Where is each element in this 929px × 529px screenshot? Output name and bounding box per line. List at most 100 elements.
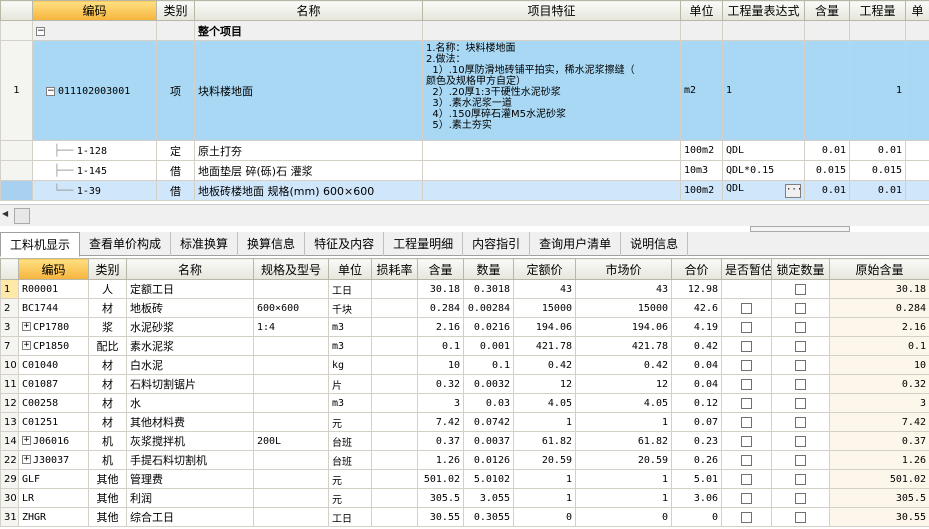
lock-qty-checkbox[interactable] [795, 474, 806, 485]
lock-qty-checkbox[interactable] [795, 322, 806, 333]
material-market-price[interactable]: 20.59 [575, 450, 672, 470]
material-loss[interactable] [371, 412, 418, 432]
col-header-qty[interactable]: 数量 [463, 258, 514, 280]
material-spec[interactable]: 1:4 [253, 317, 329, 337]
col-header-lock-qty[interactable]: 锁定数量 [771, 258, 830, 280]
material-spec[interactable] [253, 355, 329, 375]
col-header-name[interactable]: 名称 [126, 258, 254, 280]
material-base-price[interactable]: 43 [513, 279, 576, 299]
material-code-cell[interactable]: BC1744 [18, 298, 89, 318]
provisional-cell[interactable] [721, 507, 772, 527]
item-qty[interactable]: 1 [849, 40, 906, 141]
material-unit[interactable]: 台班 [328, 450, 372, 470]
col-header-type[interactable]: 类别 [88, 258, 127, 280]
material-content[interactable]: 7.42 [417, 412, 464, 432]
lock-qty-checkbox[interactable] [795, 360, 806, 371]
sub-expr[interactable]: QDL [726, 183, 744, 194]
material-base-price[interactable]: 1 [513, 469, 576, 489]
expand-plus-icon[interactable]: + [22, 341, 31, 350]
lock-qty-cell[interactable] [771, 298, 830, 318]
scroll-left-icon[interactable]: ◀ [2, 209, 8, 218]
material-content[interactable]: 0.37 [417, 431, 464, 451]
material-content[interactable]: 1.26 [417, 450, 464, 470]
material-base-price[interactable]: 421.78 [513, 336, 576, 356]
tab-materials[interactable]: 工料机显示 [0, 232, 81, 257]
provisional-cell[interactable] [721, 355, 772, 375]
item-features[interactable]: 1.名称：块料楼地面 2.做法： 1）.10厚防滑地砖铺平拍实，稀水泥浆擦缝（ … [422, 40, 681, 141]
lock-qty-checkbox[interactable] [795, 303, 806, 314]
material-loss[interactable] [371, 336, 418, 356]
provisional-checkbox[interactable] [741, 512, 752, 523]
material-base-price[interactable]: 194.06 [513, 317, 576, 337]
lock-qty-cell[interactable] [771, 279, 830, 299]
material-code-cell[interactable]: C00258 [18, 393, 89, 413]
lock-qty-checkbox[interactable] [795, 379, 806, 390]
material-name[interactable]: 利润 [126, 488, 254, 508]
material-loss[interactable] [371, 374, 418, 394]
provisional-checkbox[interactable] [741, 398, 752, 409]
material-qty[interactable]: 5.0102 [463, 469, 514, 489]
sub-name[interactable]: 地板砖楼地面 规格(mm) 600×600 [194, 180, 423, 201]
lock-qty-checkbox[interactable] [795, 436, 806, 447]
lock-qty-checkbox[interactable] [795, 398, 806, 409]
material-qty[interactable]: 0.3055 [463, 507, 514, 527]
item-expr[interactable]: 1 [722, 40, 805, 141]
provisional-checkbox[interactable] [741, 322, 752, 333]
material-row[interactable]: 2 BC1744 材地板砖 600×600 千块 0.284 0.00284 15000 150… [0, 298, 929, 318]
material-name[interactable]: 地板砖 [126, 298, 254, 318]
provisional-cell[interactable] [721, 317, 772, 337]
material-name[interactable]: 管理费 [126, 469, 254, 489]
col-header-content[interactable]: 含量 [804, 0, 850, 21]
collapse-toggle[interactable]: − [32, 20, 157, 41]
col-header-content[interactable]: 含量 [417, 258, 464, 280]
material-qty[interactable]: 0.0037 [463, 431, 514, 451]
material-content[interactable]: 501.02 [417, 469, 464, 489]
material-name[interactable]: 灰浆搅拌机 [126, 431, 254, 451]
material-base-price[interactable]: 1 [513, 412, 576, 432]
material-content[interactable]: 0.284 [417, 298, 464, 318]
material-market-price[interactable]: 43 [575, 279, 672, 299]
material-loss[interactable] [371, 507, 418, 527]
col-header-expr[interactable]: 工程量表达式 [722, 0, 805, 21]
material-loss[interactable] [371, 298, 418, 318]
material-spec[interactable] [253, 279, 329, 299]
material-code-cell[interactable]: GLF [18, 469, 89, 489]
lock-qty-cell[interactable] [771, 355, 830, 375]
provisional-cell[interactable] [721, 450, 772, 470]
col-header-market-price[interactable]: 市场价 [575, 258, 672, 280]
sub-row[interactable]: ├── 1-145 借 地面垫层 碎(砾)石 灌浆 10m3 QDL*0.15 … [0, 160, 929, 181]
col-header-features[interactable]: 项目特征 [422, 0, 681, 21]
material-base-price[interactable]: 4.05 [513, 393, 576, 413]
material-name[interactable]: 其他材料费 [126, 412, 254, 432]
material-row[interactable]: 30 LR 其他 利润元 305.5 3.055 1 1 3.06 305.5 [0, 488, 929, 508]
material-market-price[interactable]: 421.78 [575, 336, 672, 356]
material-spec[interactable] [253, 336, 329, 356]
provisional-checkbox[interactable] [741, 436, 752, 447]
tab-conversion-info[interactable]: 换算信息 [238, 232, 306, 256]
tab-description[interactable]: 说明信息 [621, 232, 689, 256]
material-spec[interactable] [253, 412, 329, 432]
material-row[interactable]: 31 ZHGR 其他 综合工日 工日 30.55 0.3055 0 0 0 30.55 [0, 507, 929, 527]
material-name[interactable]: 水 [126, 393, 254, 413]
col-header-code[interactable]: 编码 [32, 0, 157, 21]
material-loss[interactable] [371, 431, 418, 451]
material-row[interactable]: 12 C00258 材水 m3 3 0.03 4.05 4.05 0.12 3 [0, 393, 929, 413]
provisional-checkbox[interactable] [741, 474, 752, 485]
col-header-code[interactable]: 编码 [18, 258, 89, 280]
provisional-checkbox[interactable] [741, 360, 752, 371]
material-content[interactable]: 30.18 [417, 279, 464, 299]
ellipsis-button[interactable]: ··· [785, 184, 802, 198]
provisional-checkbox[interactable] [741, 341, 752, 352]
material-market-price[interactable]: 1 [575, 488, 672, 508]
col-header-base-price[interactable]: 定额价 [513, 258, 576, 280]
material-market-price[interactable]: 194.06 [575, 317, 672, 337]
provisional-cell[interactable] [721, 336, 772, 356]
lock-qty-cell[interactable] [771, 336, 830, 356]
lock-qty-checkbox[interactable] [795, 341, 806, 352]
col-header-type[interactable]: 类别 [156, 0, 195, 21]
material-loss[interactable] [371, 355, 418, 375]
col-header-orig-content[interactable]: 原始含量 [829, 258, 929, 280]
material-code-cell[interactable]: LR [18, 488, 89, 508]
col-header-total[interactable]: 合价 [671, 258, 722, 280]
tab-content-guide[interactable]: 内容指引 [463, 232, 531, 256]
